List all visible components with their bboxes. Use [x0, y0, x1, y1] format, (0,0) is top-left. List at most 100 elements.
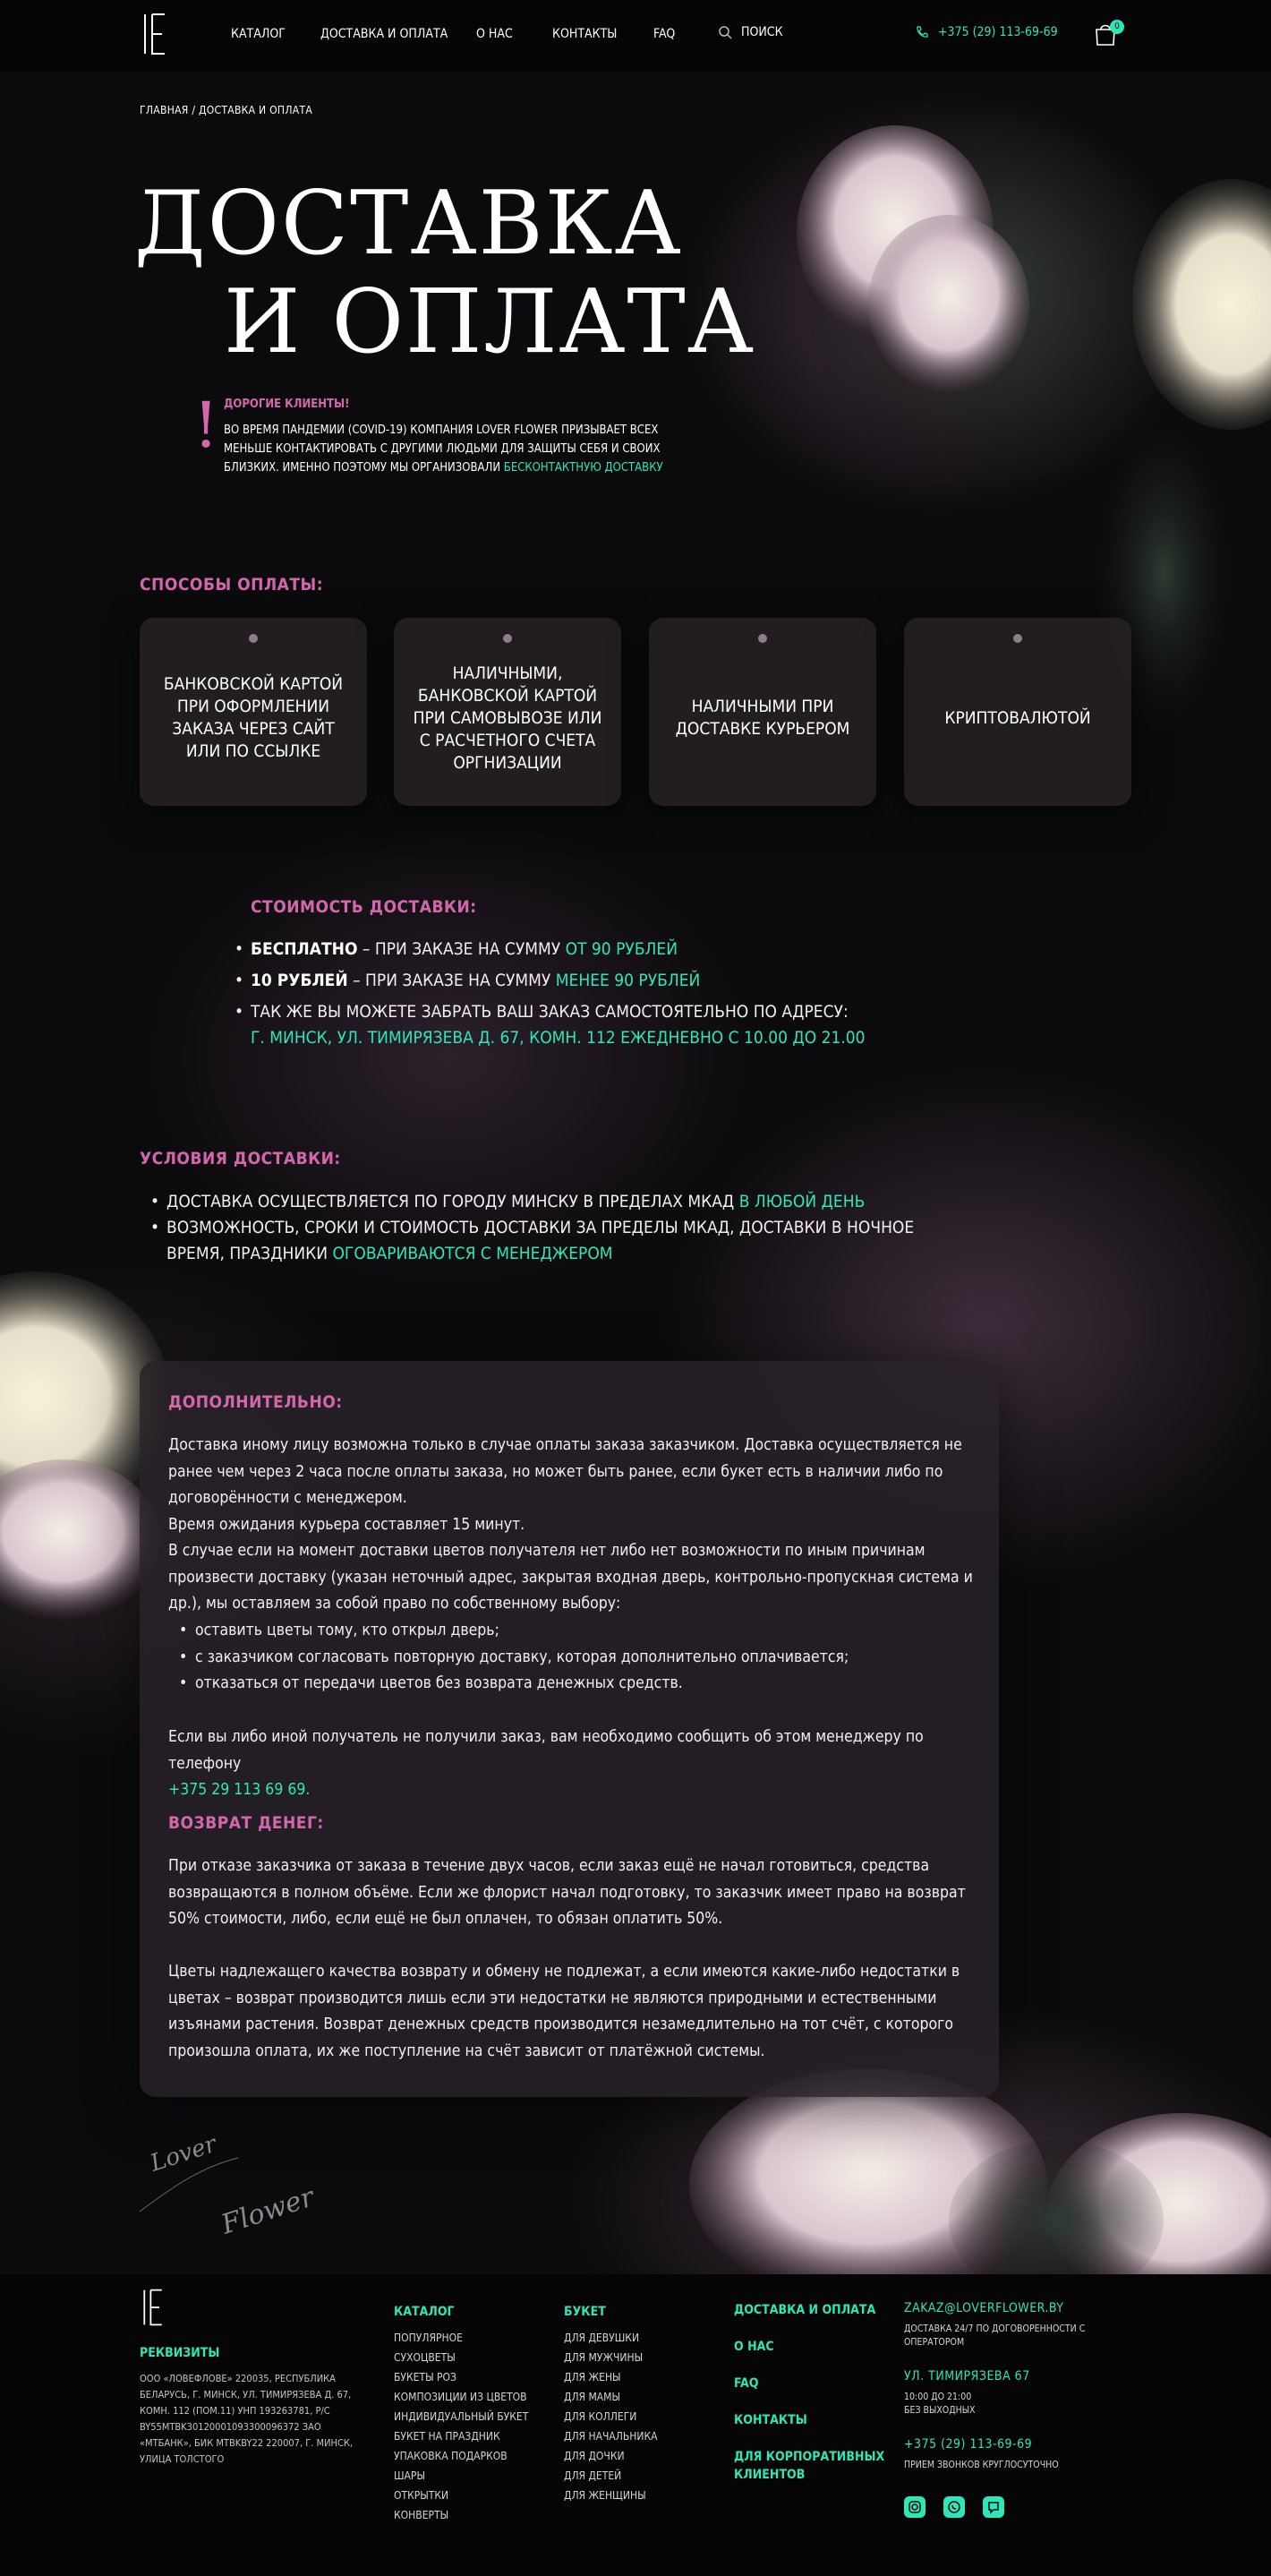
list-item: с заказчиком согласовать повторную доста…	[168, 1645, 974, 1672]
search-label: ПОИСК	[741, 25, 783, 39]
refund-heading: ВОЗВРАТ ДЕНЕГ:	[168, 1813, 324, 1833]
paragraph-text: Если вы либо иной получатель не получили…	[168, 1728, 924, 1773]
footer-email-note: ДОСТАВКА 24/7 ПО ДОГОВОРЕННОСТИ С ОПЕРАТ…	[904, 2324, 1086, 2348]
manager-phone-link[interactable]: +375 29 113 69 69.	[168, 1781, 310, 1799]
footer-catalog-link[interactable]: ОТКРЫТКИ	[394, 2486, 528, 2505]
footer-bouquet-link[interactable]: ДЛЯ ЖЕНЩИНЫ	[564, 2486, 658, 2505]
site-header: КАТАЛОГ ДОСТАВКА И ОПЛАТА О НАС КОНТАКТЫ…	[0, 0, 1271, 72]
delivery-conditions-heading: УСЛОВИЯ ДОСТАВКИ:	[140, 1149, 341, 1168]
footer-email[interactable]: ZAKAZ@LOVERFLOWER.BY	[904, 2301, 1137, 2315]
list-item: ДОСТАВКА ОСУЩЕСТВЛЯЕТСЯ ПО ГОРОДУ МИНСКУ…	[150, 1189, 920, 1215]
requisites-heading: РЕКВИЗИТЫ	[140, 2346, 220, 2360]
payment-card-text: НАЛИЧНЫМИ ПРИ ДОСТАВКЕ КУРЬЕРОМ	[675, 697, 850, 739]
footer-catalog-link[interactable]: КОМПОЗИЦИИ ИЗ ЦВЕТОВ	[394, 2387, 528, 2407]
paid-threshold: МЕНЕЕ 90 РУБЛЕЙ	[555, 971, 701, 990]
page-title-line1: ДОСТАВКА	[134, 173, 683, 275]
page-title: ДОСТАВКА И ОПЛАТА	[134, 175, 755, 372]
search-button[interactable]: ПОИСК	[718, 25, 783, 39]
footer-catalog-list: ПОПУЛЯРНОЕ СУХОЦВЕТЫ БУКЕТЫ РОЗ КОМПОЗИЦ…	[394, 2328, 528, 2525]
contactless-delivery-link[interactable]: БЕСКОНТАКТНУЮ ДОСТАВКУ	[504, 461, 663, 475]
delivery-cost-heading: СТОИМОСТЬ ДОСТАВКИ:	[251, 897, 477, 917]
footer-logo-icon[interactable]	[140, 2287, 166, 2328]
notice-text: ВО ВРЕМЯ ПАНДЕМИИ (COVID-19) КОМПАНИЯ LO…	[224, 421, 689, 477]
free-label: БЕСПЛАТНО	[251, 939, 358, 959]
footer-catalog-link[interactable]: СУХОЦВЕТЫ	[394, 2348, 528, 2367]
header-phone-link[interactable]: +375 (29) 113-69-69	[915, 25, 1058, 39]
footer-catalog-link[interactable]: УПАКОВКА ПОДАРКОВ	[394, 2446, 528, 2466]
whatsapp-icon[interactable]	[943, 2496, 965, 2518]
search-icon	[719, 26, 732, 39]
instagram-icon[interactable]	[904, 2496, 926, 2518]
options-list: оставить цветы тому, кто открыл дверь; с…	[168, 1618, 974, 1698]
free-threshold: ОТ 90 РУБЛЕЙ	[565, 939, 678, 959]
paragraph: Цветы надлежащего качества возврату и об…	[168, 1963, 960, 2060]
card-dot	[758, 634, 767, 643]
delivery-conditions-list: ДОСТАВКА ОСУЩЕСТВЛЯЕТСЯ ПО ГОРОДУ МИНСКУ…	[150, 1189, 920, 1267]
footer-catalog-heading[interactable]: КАТАЛОГ	[394, 2305, 455, 2319]
footer-catalog-link[interactable]: ШАРЫ	[394, 2466, 528, 2486]
requisites-text: ООО «ЛОВЕФЛОВЕ» 220035, РЕСПУБЛИКА БЕЛАР…	[140, 2373, 354, 2465]
footer-hours: 10:00 ДО 21:00	[904, 2392, 972, 2402]
footer-phone[interactable]: +375 (29) 113-69-69	[904, 2437, 1137, 2452]
footer-catalog-link[interactable]: КОНВЕРТЫ	[394, 2505, 528, 2525]
list-item: ВОЗМОЖНОСТЬ, СРОКИ И СТОИМОСТЬ ДОСТАВКИ …	[150, 1215, 920, 1267]
pickup-address: Г. МИНСК, УЛ. ТИМИРЯЗЕВА Д. 67, КОМН. 11…	[251, 1028, 866, 1048]
footer-link-contacts[interactable]: КОНТАКТЫ	[734, 2411, 886, 2429]
card-dot	[503, 634, 512, 643]
lover-flower-signature: Lover Flower	[139, 2104, 354, 2247]
list-item: отказаться от передачи цветов без возвра…	[168, 1671, 974, 1698]
paragraph: Если вы либо иной получатель не получили…	[168, 1724, 974, 1804]
viber-icon[interactable]	[983, 2496, 1004, 2518]
payment-heading: СПОСОБЫ ОПЛАТЫ:	[140, 575, 324, 595]
footer-hours-note: БЕЗ ВЫХОДНЫХ	[904, 2405, 976, 2416]
footer-link-faq[interactable]: FAQ	[734, 2375, 886, 2392]
additional-heading: ДОПОЛНИТЕЛЬНО:	[168, 1392, 343, 1412]
footer-bouquet-link[interactable]: ДЛЯ ДЕТЕЙ	[564, 2466, 658, 2486]
breadcrumb[interactable]: ГЛАВНАЯ / ДОСТАВКА И ОПЛАТА	[140, 104, 312, 116]
payment-card-text: НАЛИЧНЫМИ, БАНКОВСКОЙ КАРТОЙ ПРИ САМОВЫВ…	[413, 663, 602, 773]
footer-bouquet-link[interactable]: ДЛЯ МАМЫ	[564, 2387, 658, 2407]
footer-link-delivery[interactable]: ДОСТАВКА И ОПЛАТА	[734, 2301, 886, 2319]
phone-icon	[917, 26, 928, 38]
payment-card-online: БАНКОВСКОЙ КАРТОЙ ПРИ ОФОРМЛЕНИИ ЗАКАЗА …	[140, 618, 367, 806]
nav-about[interactable]: О НАС	[476, 27, 513, 41]
payment-card-pickup: НАЛИЧНЫМИ, БАНКОВСКОЙ КАРТОЙ ПРИ САМОВЫВ…	[394, 618, 621, 806]
header-phone: +375 (29) 113-69-69	[938, 25, 1058, 39]
footer-catalog-link[interactable]: БУКЕТЫ РОЗ	[394, 2367, 528, 2387]
list-item: БЕСПЛАТНО – ПРИ ЗАКАЗЕ НА СУММУ ОТ 90 РУ…	[235, 937, 866, 963]
footer-bouquet-heading[interactable]: БУКЕТ	[564, 2305, 606, 2319]
payment-card-text: КРИПТОВАЛЮТОЙ	[944, 707, 1091, 728]
card-dot	[1013, 634, 1022, 643]
nav-faq[interactable]: FAQ	[653, 27, 675, 41]
footer-bouquet-link[interactable]: ДЛЯ ДОЧКИ	[564, 2446, 658, 2466]
nav-catalog[interactable]: КАТАЛОГ	[231, 27, 286, 41]
footer-link-about[interactable]: О НАС	[734, 2338, 886, 2356]
footer-bouquet-link[interactable]: ДЛЯ КОЛЛЕГИ	[564, 2407, 658, 2426]
site-footer: РЕКВИЗИТЫ ООО «ЛОВЕФЛОВЕ» 220035, РЕСПУБ…	[0, 2274, 1271, 2576]
footer-contacts: ZAKAZ@LOVERFLOWER.BY ДОСТАВКА 24/7 ПО ДО…	[904, 2301, 1137, 2472]
footer-bouquet-list: ДЛЯ ДЕВУШКИ ДЛЯ МУЖЧИНЫ ДЛЯ ЖЕНЫ ДЛЯ МАМ…	[564, 2328, 658, 2505]
page-title-line2: И ОПЛАТА	[224, 271, 755, 373]
footer-bouquet-link[interactable]: ДЛЯ ДЕВУШКИ	[564, 2328, 658, 2348]
footer-address: УЛ. ТИМИРЯЗЕВА 67	[904, 2369, 1030, 2383]
footer-catalog-link[interactable]: ИНДИВИДУАЛЬНЫЙ БУКЕТ	[394, 2407, 528, 2426]
card-dot	[249, 634, 258, 643]
nav-contacts[interactable]: КОНТАКТЫ	[552, 27, 617, 41]
paragraph: Время ожидания курьера составляет 15 мин…	[168, 1516, 525, 1534]
logo-icon[interactable]	[140, 11, 170, 57]
footer-catalog-link[interactable]: ПОПУЛЯРНОЕ	[394, 2328, 528, 2348]
cart-count-badge: 0	[1110, 20, 1124, 34]
footer-main-links: ДОСТАВКА И ОПЛАТА О НАС FAQ КОНТАКТЫ ДЛЯ…	[734, 2301, 886, 2503]
footer-catalog-link[interactable]: БУКЕТ НА ПРАЗДНИК	[394, 2426, 528, 2446]
payment-card-text: БАНКОВСКОЙ КАРТОЙ ПРИ ОФОРМЛЕНИИ ЗАКАЗА …	[163, 674, 344, 761]
payment-card-crypto: КРИПТОВАЛЮТОЙ	[904, 618, 1131, 806]
delivery-cost-list: БЕСПЛАТНО – ПРИ ЗАКАЗЕ НА СУММУ ОТ 90 РУ…	[235, 937, 866, 1051]
free-text: – ПРИ ЗАКАЗЕ НА СУММУ	[357, 939, 566, 959]
footer-bouquet-link[interactable]: ДЛЯ НАЧАЛЬНИКА	[564, 2426, 658, 2446]
footer-bouquet-link[interactable]: ДЛЯ МУЖЧИНЫ	[564, 2348, 658, 2367]
condition-accent: В ЛЮБОЙ ДЕНЬ	[738, 1192, 866, 1211]
nav-delivery[interactable]: ДОСТАВКА И ОПЛАТА	[320, 27, 448, 41]
footer-link-corporate[interactable]: ДЛЯ КОРПОРАТИВНЫХ КЛИЕНТОВ	[734, 2448, 886, 2484]
footer-bouquet-link[interactable]: ДЛЯ ЖЕНЫ	[564, 2367, 658, 2387]
social-links	[904, 2496, 1004, 2518]
